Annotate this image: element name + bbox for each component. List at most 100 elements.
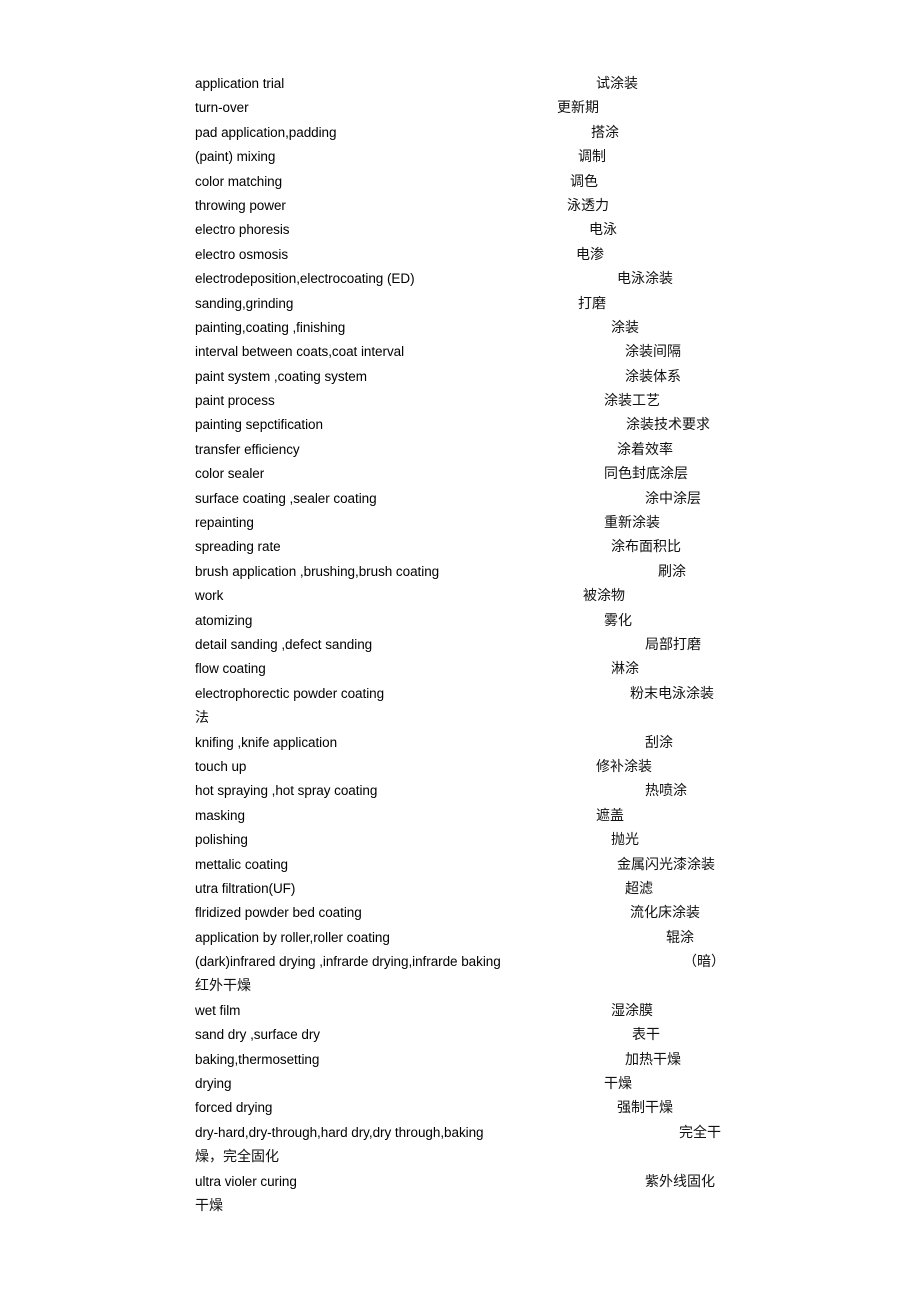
chinese-gloss: 打磨 xyxy=(578,295,606,312)
glossary-entry-row: sanding,grinding 打磨 xyxy=(195,292,735,316)
glossary-entry-row: throwing power 泳透力 xyxy=(195,194,735,218)
english-term: mettalic coating xyxy=(195,856,288,872)
glossary-entry-row: hot spraying ,hot spray coating 热喷涂 xyxy=(195,779,735,803)
chinese-gloss: 局部打磨 xyxy=(645,636,701,653)
english-term: spreading rate xyxy=(195,539,281,555)
english-term: color sealer xyxy=(195,466,265,482)
document-page: application trial 试涂装 turn-over 更新期 pad appl… xyxy=(0,0,920,1303)
english-term: wet film xyxy=(195,1002,241,1018)
glossary-entry-row: ultra violer curing 紫外线固化 xyxy=(195,1170,735,1194)
glossary-entry-row: drying 干燥 xyxy=(195,1072,735,1096)
chinese-gloss: 涂中涂层 xyxy=(645,490,701,507)
gloss-continuation-text: 干燥 xyxy=(195,1197,223,1214)
english-term: sand dry ,surface dry xyxy=(195,1027,321,1043)
chinese-gloss: 热喷涂 xyxy=(645,783,687,800)
glossary-entry-row: mettalic coating 金属闪光漆涂装 xyxy=(195,853,735,877)
english-term: application trial xyxy=(195,76,285,91)
glossary-entry-row: forced drying 强制干燥 xyxy=(195,1096,735,1120)
glossary-entry-row: electro phoresis 电泳 xyxy=(195,218,735,242)
english-term: drying xyxy=(195,1076,232,1092)
chinese-gloss: 流化床涂装 xyxy=(630,905,700,922)
english-term: atomizing xyxy=(195,612,253,628)
glossary-entry-row: wet film 湿涂膜 xyxy=(195,999,735,1023)
glossary-continuation-row: 法 xyxy=(195,706,735,730)
gloss-continuation-text: 红外干燥 xyxy=(195,978,251,995)
chinese-gloss: 涂着效率 xyxy=(617,441,673,458)
chinese-gloss: 涂布面积比 xyxy=(611,539,681,556)
chinese-gloss: 修补涂装 xyxy=(596,758,652,775)
chinese-gloss: 辊涂 xyxy=(666,929,694,946)
english-term: masking xyxy=(195,807,245,823)
english-term: transfer efficiency xyxy=(195,441,300,457)
english-term: knifing ,knife application xyxy=(195,734,338,750)
chinese-gloss: 表干 xyxy=(632,1027,660,1044)
glossary-entry-row: painting,coating ,finishing 涂装 xyxy=(195,316,735,340)
glossary-continuation-row: 燥，完全固化 xyxy=(195,1145,735,1169)
english-term: detail sanding ,defect sanding xyxy=(195,636,373,652)
chinese-gloss: 遮盖 xyxy=(596,807,624,824)
chinese-gloss: 强制干燥 xyxy=(617,1100,673,1117)
chinese-gloss: （暗） xyxy=(683,954,725,971)
glossary-entry-row: electrodeposition,electrocoating (ED) 电泳涂… xyxy=(195,267,735,291)
english-term: interval between coats,coat interval xyxy=(195,344,405,360)
glossary-entry-row: work 被涂物 xyxy=(195,584,735,608)
english-term: electro osmosis xyxy=(195,246,289,262)
chinese-gloss: 淋涂 xyxy=(611,661,639,678)
chinese-gloss: 雾化 xyxy=(604,612,632,629)
chinese-gloss: 搭涂 xyxy=(591,124,619,141)
english-term: electro phoresis xyxy=(195,222,290,238)
chinese-gloss: 紫外线固化 xyxy=(645,1173,715,1190)
glossary-entry-row: masking 遮盖 xyxy=(195,804,735,828)
english-term: baking,thermosetting xyxy=(195,1051,320,1067)
glossary-entry-row: utra filtration(UF) 超滤 xyxy=(195,877,735,901)
chinese-gloss: 试涂装 xyxy=(596,76,638,92)
glossary-entry-row: surface coating ,sealer coating 涂中涂层 xyxy=(195,487,735,511)
glossary-entry-row: (dark)infrared drying ,infrarde drying,i… xyxy=(195,950,735,974)
chinese-gloss: 粉末电泳涂装 xyxy=(630,685,714,702)
chinese-gloss: 完全干 xyxy=(679,1124,721,1141)
english-term: pad application,padding xyxy=(195,124,337,140)
english-term: application by roller,roller coating xyxy=(195,929,390,945)
chinese-gloss: 电泳 xyxy=(589,222,617,239)
chinese-gloss: 金属闪光漆涂装 xyxy=(617,856,715,873)
english-term: forced drying xyxy=(195,1100,273,1116)
glossary-entry-row: application by roller,roller coating 辊涂 xyxy=(195,926,735,950)
glossary-entry-row: touch up 修补涂装 xyxy=(195,755,735,779)
chinese-gloss: 重新涂装 xyxy=(604,515,660,532)
chinese-gloss: 电泳涂装 xyxy=(617,271,673,288)
english-term: flridized powder bed coating xyxy=(195,905,362,921)
english-term: painting sepctification xyxy=(195,417,323,433)
chinese-gloss: 调色 xyxy=(570,173,598,190)
english-term: touch up xyxy=(195,758,247,774)
english-term: work xyxy=(195,588,224,604)
english-term: (dark)infrared drying ,infrarde drying,i… xyxy=(195,954,501,970)
english-term: polishing xyxy=(195,832,248,848)
glossary-entry-row: paint system ,coating system 涂装体系 xyxy=(195,365,735,389)
chinese-gloss: 涂装技术要求 xyxy=(626,417,710,434)
english-term: surface coating ,sealer coating xyxy=(195,490,377,506)
chinese-gloss: 更新期 xyxy=(557,100,599,117)
english-term: flow coating xyxy=(195,661,266,677)
glossary-entry-row: (paint) mixing 调制 xyxy=(195,145,735,169)
glossary-entry-row: electrophorectic powder coating 粉末电泳涂装 xyxy=(195,682,735,706)
glossary-entry-row: color matching 调色 xyxy=(195,170,735,194)
english-term: ultra violer curing xyxy=(195,1173,297,1189)
chinese-gloss: 涂装间隔 xyxy=(625,344,681,361)
glossary-continuation-row: 干燥 xyxy=(195,1194,735,1218)
glossary-entry-row: knifing ,knife application 刮涂 xyxy=(195,731,735,755)
glossary-entry-row: turn-over 更新期 xyxy=(195,96,735,120)
english-term: electrodeposition,electrocoating (ED) xyxy=(195,271,415,287)
english-term: paint process xyxy=(195,393,275,409)
chinese-gloss: 泳透力 xyxy=(567,197,609,214)
chinese-gloss: 超滤 xyxy=(625,880,653,897)
english-term: dry-hard,dry-through,hard dry,dry throug… xyxy=(195,1124,484,1140)
chinese-gloss: 湿涂膜 xyxy=(611,1002,653,1019)
glossary-entry-row: dry-hard,dry-through,hard dry,dry throug… xyxy=(195,1121,735,1145)
glossary-entry-row: electro osmosis 电渗 xyxy=(195,243,735,267)
chinese-gloss: 涂装体系 xyxy=(625,368,681,385)
glossary-entry-row: repainting 重新涂装 xyxy=(195,511,735,535)
glossary-entry-row: pad application,padding 搭涂 xyxy=(195,121,735,145)
glossary-entry-row: paint process 涂装工艺 xyxy=(195,389,735,413)
glossary-entry-row: flridized powder bed coating 流化床涂装 xyxy=(195,901,735,925)
chinese-gloss: 加热干燥 xyxy=(625,1051,681,1068)
